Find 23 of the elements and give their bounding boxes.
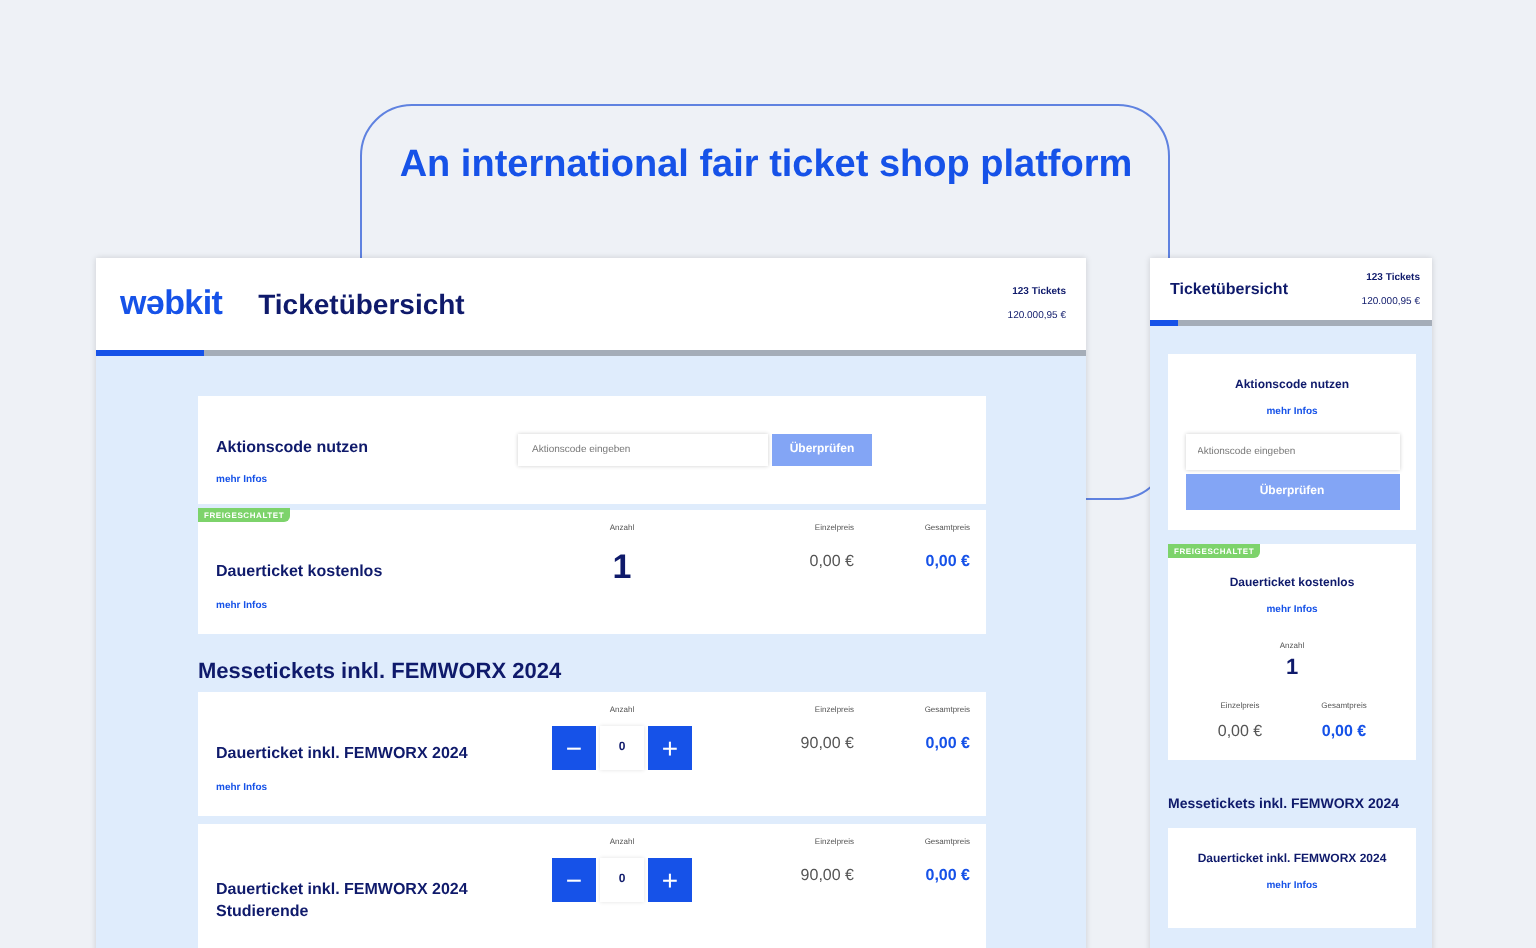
total-price: 0,00 € <box>925 552 970 570</box>
minus-button[interactable]: − <box>552 726 596 770</box>
unit-price: 0,00 € <box>809 552 854 570</box>
page-title: Ticketübersicht <box>258 288 467 320</box>
promo-title: Aktionscode nutzen <box>216 438 371 456</box>
ticket-name: Dauerticket inkl. FEMWORX 2024 <box>216 742 470 764</box>
plus-button[interactable]: + <box>648 726 692 770</box>
total-price: 0,00 € <box>925 866 970 884</box>
ticket-name: Dauerticket inkl. FEMWORX 2024 Studierende <box>216 878 470 922</box>
section-title: Messetickets inkl. FEMWORX 2024 <box>198 660 564 684</box>
total-price: 0,00 € <box>1321 722 1367 740</box>
minus-button[interactable]: − <box>552 858 596 902</box>
ticket-name: Dauerticket kostenlos <box>216 560 385 582</box>
unit-price: 90,00 € <box>800 734 854 752</box>
quantity: 1 <box>612 548 632 588</box>
plus-button[interactable]: + <box>648 858 692 902</box>
unit-price: 90,00 € <box>800 866 854 884</box>
logo: wəbkit <box>120 284 223 324</box>
total-price: 0,00 € <box>925 734 970 752</box>
headline: An international fair ticket shop platform <box>397 144 1135 188</box>
page-title: Ticketübersicht <box>1170 280 1288 298</box>
unit-price: 0,00 € <box>1217 722 1263 740</box>
quantity: 1 <box>1285 656 1299 680</box>
